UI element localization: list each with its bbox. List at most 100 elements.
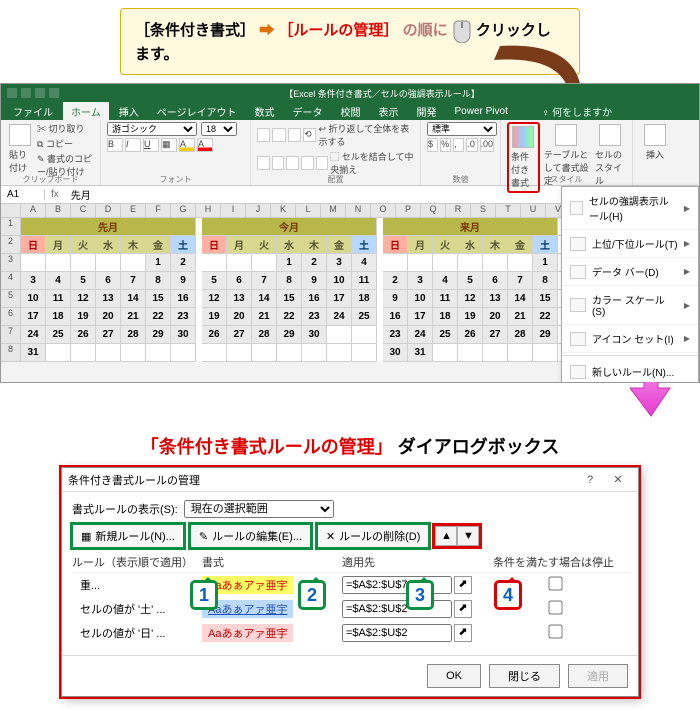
col-O[interactable]: O: [371, 204, 396, 218]
cell[interactable]: 23: [171, 308, 196, 326]
cell[interactable]: 28: [121, 326, 146, 344]
cell[interactable]: 6: [96, 272, 121, 290]
cf-menu-highlight-rules[interactable]: セルの強調表示ルール(H)▶: [562, 187, 698, 230]
col-C[interactable]: C: [71, 204, 96, 218]
tab-home[interactable]: ホーム: [63, 102, 109, 121]
fx-icon[interactable]: fx: [45, 189, 65, 200]
cell[interactable]: 26: [458, 326, 483, 344]
applies-to-input[interactable]: [342, 600, 452, 618]
cell[interactable]: 木: [483, 236, 508, 254]
month-header[interactable]: 来月: [383, 218, 558, 236]
align-right[interactable]: [286, 156, 299, 170]
cell[interactable]: 31: [408, 344, 433, 362]
month-header[interactable]: 今月: [202, 218, 377, 236]
formula-value[interactable]: 先月: [65, 187, 97, 202]
applies-to-input[interactable]: [342, 624, 452, 642]
cell[interactable]: [146, 344, 171, 362]
col-N[interactable]: N: [346, 204, 371, 218]
move-up-button[interactable]: ▲: [435, 526, 457, 546]
cell[interactable]: 17: [408, 308, 433, 326]
cell[interactable]: 15: [146, 290, 171, 308]
cell[interactable]: 9: [302, 272, 327, 290]
cell[interactable]: 2: [171, 254, 196, 272]
cell[interactable]: 水: [458, 236, 483, 254]
col-F[interactable]: F: [146, 204, 171, 218]
dialog-close-button[interactable]: ✕: [604, 473, 632, 486]
cell[interactable]: 22: [533, 308, 558, 326]
cell[interactable]: 火: [252, 236, 277, 254]
cell[interactable]: 土: [533, 236, 558, 254]
cell[interactable]: 29: [146, 326, 171, 344]
cell[interactable]: [352, 344, 377, 362]
cell[interactable]: 9: [383, 290, 408, 308]
cell[interactable]: [302, 344, 327, 362]
cell[interactable]: 13: [227, 290, 252, 308]
cell[interactable]: 21: [121, 308, 146, 326]
range-picker-button[interactable]: ⬈: [454, 624, 472, 642]
cell[interactable]: [96, 344, 121, 362]
cell[interactable]: 8: [533, 272, 558, 290]
cell[interactable]: 23: [302, 308, 327, 326]
insert-cells-button[interactable]: 挿入: [639, 122, 671, 163]
cell[interactable]: 5: [202, 272, 227, 290]
cell[interactable]: 7: [508, 272, 533, 290]
cell[interactable]: 金: [327, 236, 352, 254]
applies-to-input[interactable]: [342, 576, 452, 594]
cell[interactable]: 15: [533, 290, 558, 308]
delete-rule-button[interactable]: ✕ ルールの削除(D): [317, 524, 430, 548]
col-A[interactable]: A: [21, 204, 46, 218]
cell[interactable]: 4: [433, 272, 458, 290]
cell[interactable]: 土: [171, 236, 196, 254]
cell[interactable]: 28: [508, 326, 533, 344]
cell[interactable]: 6: [227, 272, 252, 290]
indent-dec[interactable]: [301, 156, 314, 170]
cell[interactable]: [533, 344, 558, 362]
row-header[interactable]: 3: [1, 254, 21, 272]
cell[interactable]: 日: [202, 236, 227, 254]
col-K[interactable]: K: [271, 204, 296, 218]
tab-powerpivot[interactable]: Power Pivot: [447, 104, 516, 119]
cell[interactable]: 23: [383, 326, 408, 344]
cell[interactable]: 7: [252, 272, 277, 290]
col-U[interactable]: U: [521, 204, 546, 218]
cell[interactable]: 19: [71, 308, 96, 326]
cell[interactable]: 7: [121, 272, 146, 290]
stop-if-true-checkbox[interactable]: [548, 600, 562, 614]
cell[interactable]: 水: [277, 236, 302, 254]
tab-review[interactable]: 校閲: [333, 102, 369, 121]
align-top[interactable]: [257, 128, 270, 142]
cell[interactable]: [433, 344, 458, 362]
cell[interactable]: 3: [408, 272, 433, 290]
cell[interactable]: 19: [458, 308, 483, 326]
cell[interactable]: 水: [96, 236, 121, 254]
cell[interactable]: 5: [458, 272, 483, 290]
tell-me[interactable]: ♀ 何をしますか: [518, 104, 695, 119]
quick-access-toolbar[interactable]: [1, 88, 65, 98]
cf-menu-new-rule[interactable]: 新しいルール(N)...: [562, 358, 698, 383]
cell[interactable]: 25: [352, 308, 377, 326]
cell[interactable]: [408, 254, 433, 272]
cell[interactable]: 18: [46, 308, 71, 326]
cell[interactable]: 8: [146, 272, 171, 290]
cell[interactable]: 24: [327, 308, 352, 326]
cell[interactable]: [327, 344, 352, 362]
row-header[interactable]: 5: [1, 290, 21, 308]
row-header[interactable]: 7: [1, 326, 21, 344]
number-format-select[interactable]: 標準: [427, 122, 497, 136]
cell[interactable]: 17: [327, 290, 352, 308]
cell[interactable]: 30: [383, 344, 408, 362]
col-R[interactable]: R: [446, 204, 471, 218]
cell[interactable]: 火: [433, 236, 458, 254]
row-header[interactable]: 6: [1, 308, 21, 326]
cell[interactable]: [433, 254, 458, 272]
cell[interactable]: 30: [302, 326, 327, 344]
cell[interactable]: 1: [277, 254, 302, 272]
month-header[interactable]: 先月: [21, 218, 196, 236]
name-box[interactable]: A1: [1, 189, 45, 200]
cell[interactable]: 18: [433, 308, 458, 326]
col-P[interactable]: P: [396, 204, 421, 218]
cell[interactable]: 4: [46, 272, 71, 290]
cell[interactable]: 10: [21, 290, 46, 308]
cell[interactable]: 木: [302, 236, 327, 254]
border-button[interactable]: ▦: [161, 138, 177, 152]
